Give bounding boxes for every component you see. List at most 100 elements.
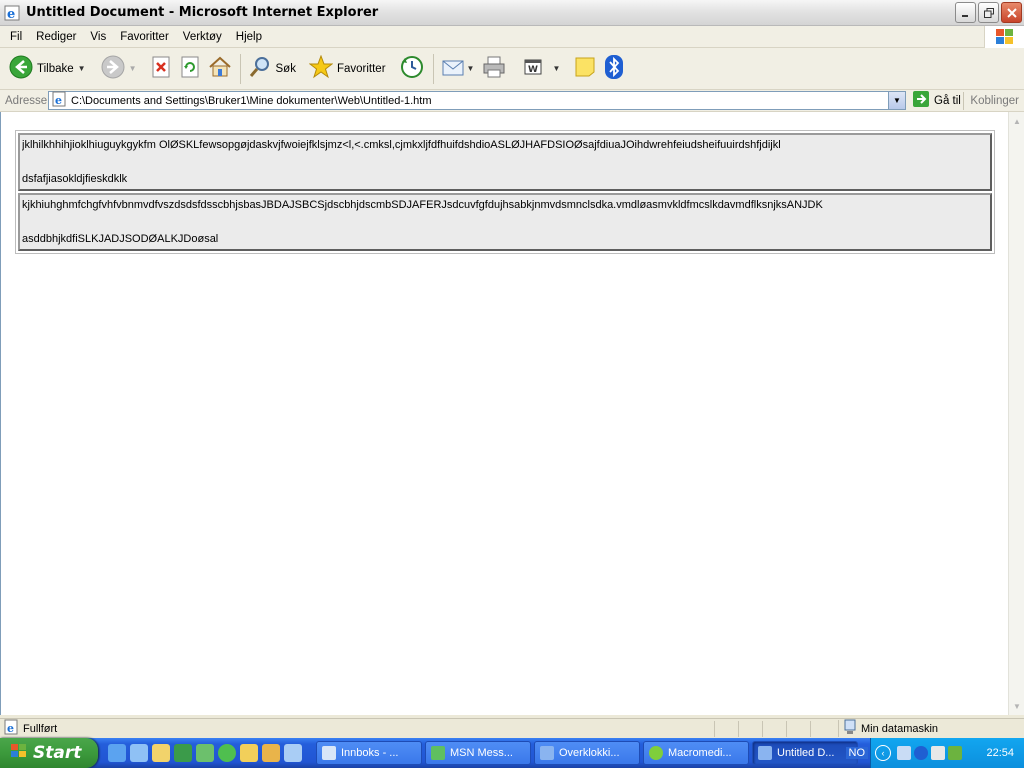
bluetooth-button[interactable] (601, 52, 627, 86)
search-icon (248, 55, 272, 82)
task-macromedia[interactable]: Macromedi... (643, 741, 749, 765)
status-pane (786, 721, 810, 737)
page-content: jklhilkhhihjioklhiuguykgykfm OlØSKLfewso… (0, 112, 1008, 715)
task-label: Innboks - ... (341, 747, 399, 759)
msn-quicklaunch-icon[interactable] (196, 744, 214, 762)
svg-text:e: e (7, 722, 14, 735)
refresh-button[interactable] (176, 52, 204, 86)
address-bar: Adresse e C:\Documents and Settings\Bruk… (0, 90, 1024, 112)
menu-favorites[interactable]: Favoritter (114, 31, 175, 43)
scroll-down-icon[interactable]: ▼ (1010, 699, 1024, 713)
stop-icon (150, 56, 172, 81)
task-untitled-document[interactable]: Untitled D... (752, 741, 858, 765)
go-arrow-icon (912, 90, 930, 111)
search-button[interactable]: Søk (245, 52, 299, 86)
forward-button[interactable]: ▼ (98, 52, 140, 86)
menu-view[interactable]: Vis (84, 31, 112, 43)
forward-dropdown-icon[interactable]: ▼ (129, 64, 137, 73)
start-button[interactable]: Start (0, 738, 98, 768)
edit-document-icon: W (522, 56, 544, 81)
mail-button[interactable]: ▼ (438, 52, 478, 86)
ie-icon: e (4, 5, 20, 22)
back-dropdown-icon[interactable]: ▼ (78, 64, 86, 73)
edit-button[interactable]: W ▼ (519, 52, 563, 86)
back-arrow-icon (9, 55, 33, 82)
language-indicator[interactable]: NO (845, 747, 868, 759)
table-row: kjkhiuhghmfchgfvhfvbnmvdfvszdsdsfdsscbhj… (18, 193, 992, 251)
links-button[interactable]: Koblinger (970, 95, 1019, 107)
menu-edit[interactable]: Rediger (30, 31, 82, 43)
menu-help[interactable]: Hjelp (230, 31, 268, 43)
windows-logo-icon (984, 26, 1024, 48)
favorites-button[interactable]: Favoritter (306, 52, 389, 86)
status-pane (714, 721, 738, 737)
task-msn-messenger[interactable]: MSN Mess... (425, 741, 531, 765)
task-label: MSN Mess... (450, 747, 513, 759)
status-pane (810, 721, 834, 737)
system-tray: ‹ 22:54 (870, 738, 1024, 768)
quick-launch (108, 744, 302, 762)
zone-label: Min datamaskin (861, 722, 939, 735)
address-url: C:\Documents and Settings\Bruker1\Mine d… (71, 94, 432, 107)
users-icon[interactable] (948, 746, 962, 760)
minimize-button[interactable] (955, 2, 976, 23)
folder-quicklaunch-icon[interactable] (240, 744, 258, 762)
address-input[interactable]: e C:\Documents and Settings\Bruker1\Mine… (48, 91, 906, 110)
status-pane (762, 721, 786, 737)
status-text: Fullført (23, 722, 58, 735)
svg-text:e: e (55, 94, 62, 107)
media-quicklaunch-icon[interactable] (152, 744, 170, 762)
task-label: Untitled D... (777, 747, 835, 759)
outlook-quicklaunch-icon[interactable] (130, 744, 148, 762)
bluetooth-tray-icon[interactable] (914, 746, 928, 760)
history-button[interactable] (396, 52, 428, 86)
scroll-up-icon[interactable]: ▲ (1010, 114, 1024, 128)
toolbar-separator (239, 53, 241, 84)
back-button[interactable]: Tilbake ▼ (6, 52, 89, 86)
home-icon (208, 56, 232, 81)
sticky-note-icon (573, 55, 597, 82)
edit-dropdown-icon[interactable]: ▼ (552, 64, 560, 73)
svg-text:W: W (528, 65, 538, 75)
favorites-label: Favoritter (336, 62, 386, 75)
vertical-scrollbar[interactable]: ▲ ▼ (1008, 112, 1024, 715)
svg-text:e: e (7, 7, 15, 21)
stop-button[interactable] (147, 52, 175, 86)
notes-button[interactable] (570, 52, 600, 86)
page-quicklaunch-icon[interactable] (284, 744, 302, 762)
go-label: Gå til (934, 94, 961, 107)
network-icon[interactable] (897, 746, 911, 760)
table-row: jklhilkhhihjioklhiuguykgykfm OlØSKLfewso… (18, 133, 992, 191)
close-button[interactable] (1001, 2, 1022, 23)
inbox-icon (322, 746, 336, 760)
menu-tools[interactable]: Verktøy (177, 31, 228, 43)
refresh-icon (179, 56, 201, 81)
printer-icon (481, 55, 507, 82)
ie-quicklaunch-icon[interactable] (108, 744, 126, 762)
status-pane (738, 721, 762, 737)
task-overklokking[interactable]: Overklokki... (534, 741, 640, 765)
restore-button[interactable] (978, 2, 999, 23)
mail-dropdown-icon[interactable]: ▼ (467, 64, 475, 73)
menu-file[interactable]: Fil (4, 31, 28, 43)
cell-text: dsfafjiasokldjfieskdklk (22, 173, 128, 185)
excel-quicklaunch-icon[interactable] (174, 744, 192, 762)
home-button[interactable] (205, 52, 235, 86)
toolbar: Tilbake ▼ ▼ Søk Favoritter ▼ W ▼ (0, 48, 1024, 90)
history-icon (399, 54, 425, 83)
address-dropdown-icon[interactable]: ▼ (888, 92, 905, 109)
title-bar: e Untitled Document - Microsoft Internet… (0, 0, 1024, 26)
task-inbox[interactable]: Innboks - ... (316, 741, 422, 765)
chat-quicklaunch-icon[interactable] (218, 744, 236, 762)
tray-expand-icon[interactable]: ‹ (875, 745, 891, 761)
go-button[interactable]: Gå til (912, 90, 961, 111)
cell-text: jklhilkhhihjioklhiuguykgykfm OlØSKLfewso… (22, 139, 781, 151)
tool-quicklaunch-icon[interactable] (262, 744, 280, 762)
page-icon: e (51, 91, 67, 110)
search-label: Søk (275, 62, 296, 75)
print-button[interactable] (478, 52, 510, 86)
task-label: Macromedi... (668, 747, 732, 759)
forward-arrow-icon (101, 55, 125, 82)
task-list: Innboks - ... MSN Mess... Overklokki... … (316, 741, 858, 765)
volume-icon[interactable] (931, 746, 945, 760)
